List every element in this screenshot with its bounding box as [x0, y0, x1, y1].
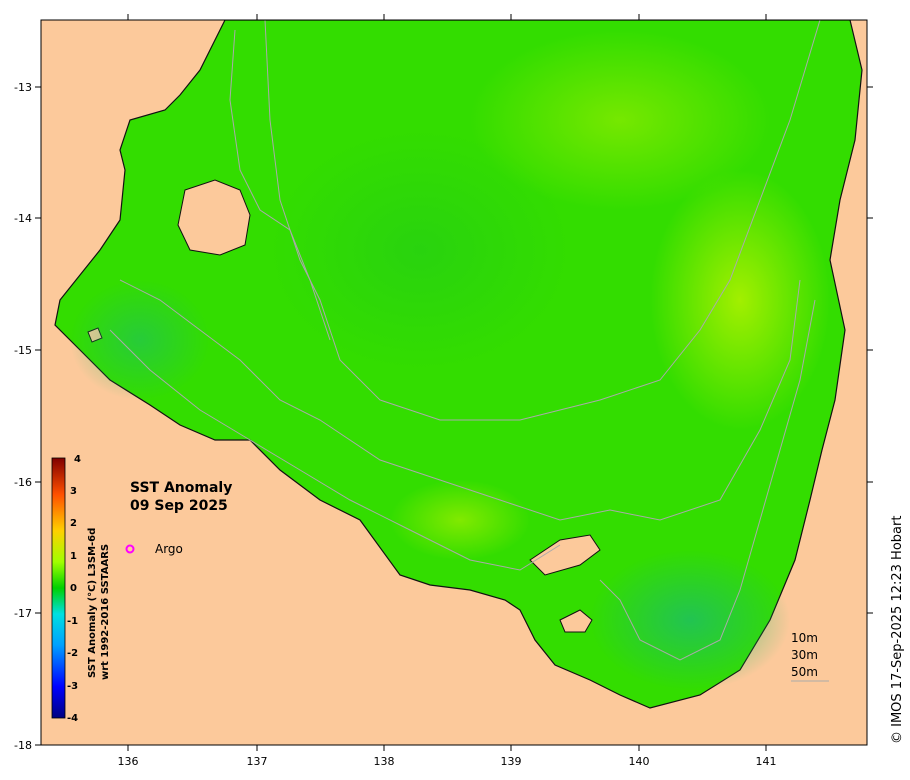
imos-credit: © IMOS 17-Sep-2025 12:23 Hobart [890, 516, 905, 744]
neutral-anomaly-center [270, 130, 570, 370]
colorbar-tick: 0 [70, 583, 77, 594]
colorbar-tick: -3 [67, 681, 78, 692]
y-tick-label: -15 [14, 344, 32, 357]
x-tick-label: 139 [501, 755, 522, 768]
x-tick-label: 136 [118, 755, 139, 768]
y-tick-label: -16 [14, 476, 32, 489]
colorbar-tick: 4 [74, 454, 81, 465]
colorbar-tick: -1 [67, 616, 78, 627]
colorbar-gradient [51, 457, 66, 719]
x-tick-label: 137 [247, 755, 268, 768]
y-tick-label: -17 [14, 607, 32, 620]
x-tick-label: 140 [629, 755, 650, 768]
y-tick-label: -18 [14, 739, 32, 752]
colorbar-tick: 2 [70, 518, 77, 529]
map-plot-area [41, 20, 867, 745]
island-north [177, 179, 251, 256]
y-tick-label: -13 [14, 81, 32, 94]
map-title: SST Anomaly [130, 480, 232, 496]
depth-label: 50m [791, 665, 818, 679]
argo-legend-label: Argo [155, 542, 183, 556]
warm-anomaly-south [390, 480, 530, 560]
colorbar-label-2: wrt 1992-2016 SSTAARS [100, 544, 111, 680]
colorbar-tick: -2 [67, 648, 78, 659]
cool-anomaly-southeast [590, 550, 790, 690]
depth-label: 30m [791, 648, 818, 662]
colorbar-tick: 3 [70, 486, 77, 497]
warm-anomaly-east [650, 170, 830, 430]
colorbar-tick: 1 [70, 551, 77, 562]
colorbar-label-1: SST Anomaly (°C) L3SM-6d [87, 528, 98, 678]
colorbar-tick: -4 [67, 713, 78, 724]
depth-label: 10m [791, 631, 818, 645]
x-tick-label: 141 [756, 755, 777, 768]
cool-anomaly-west [70, 280, 210, 400]
map-date: 09 Sep 2025 [130, 498, 228, 514]
y-tick-label: -14 [14, 212, 32, 225]
x-tick-label: 138 [374, 755, 395, 768]
sst-anomaly-map: 136 137 138 139 140 141 -13 -14 -15 -16 … [14, 14, 905, 768]
